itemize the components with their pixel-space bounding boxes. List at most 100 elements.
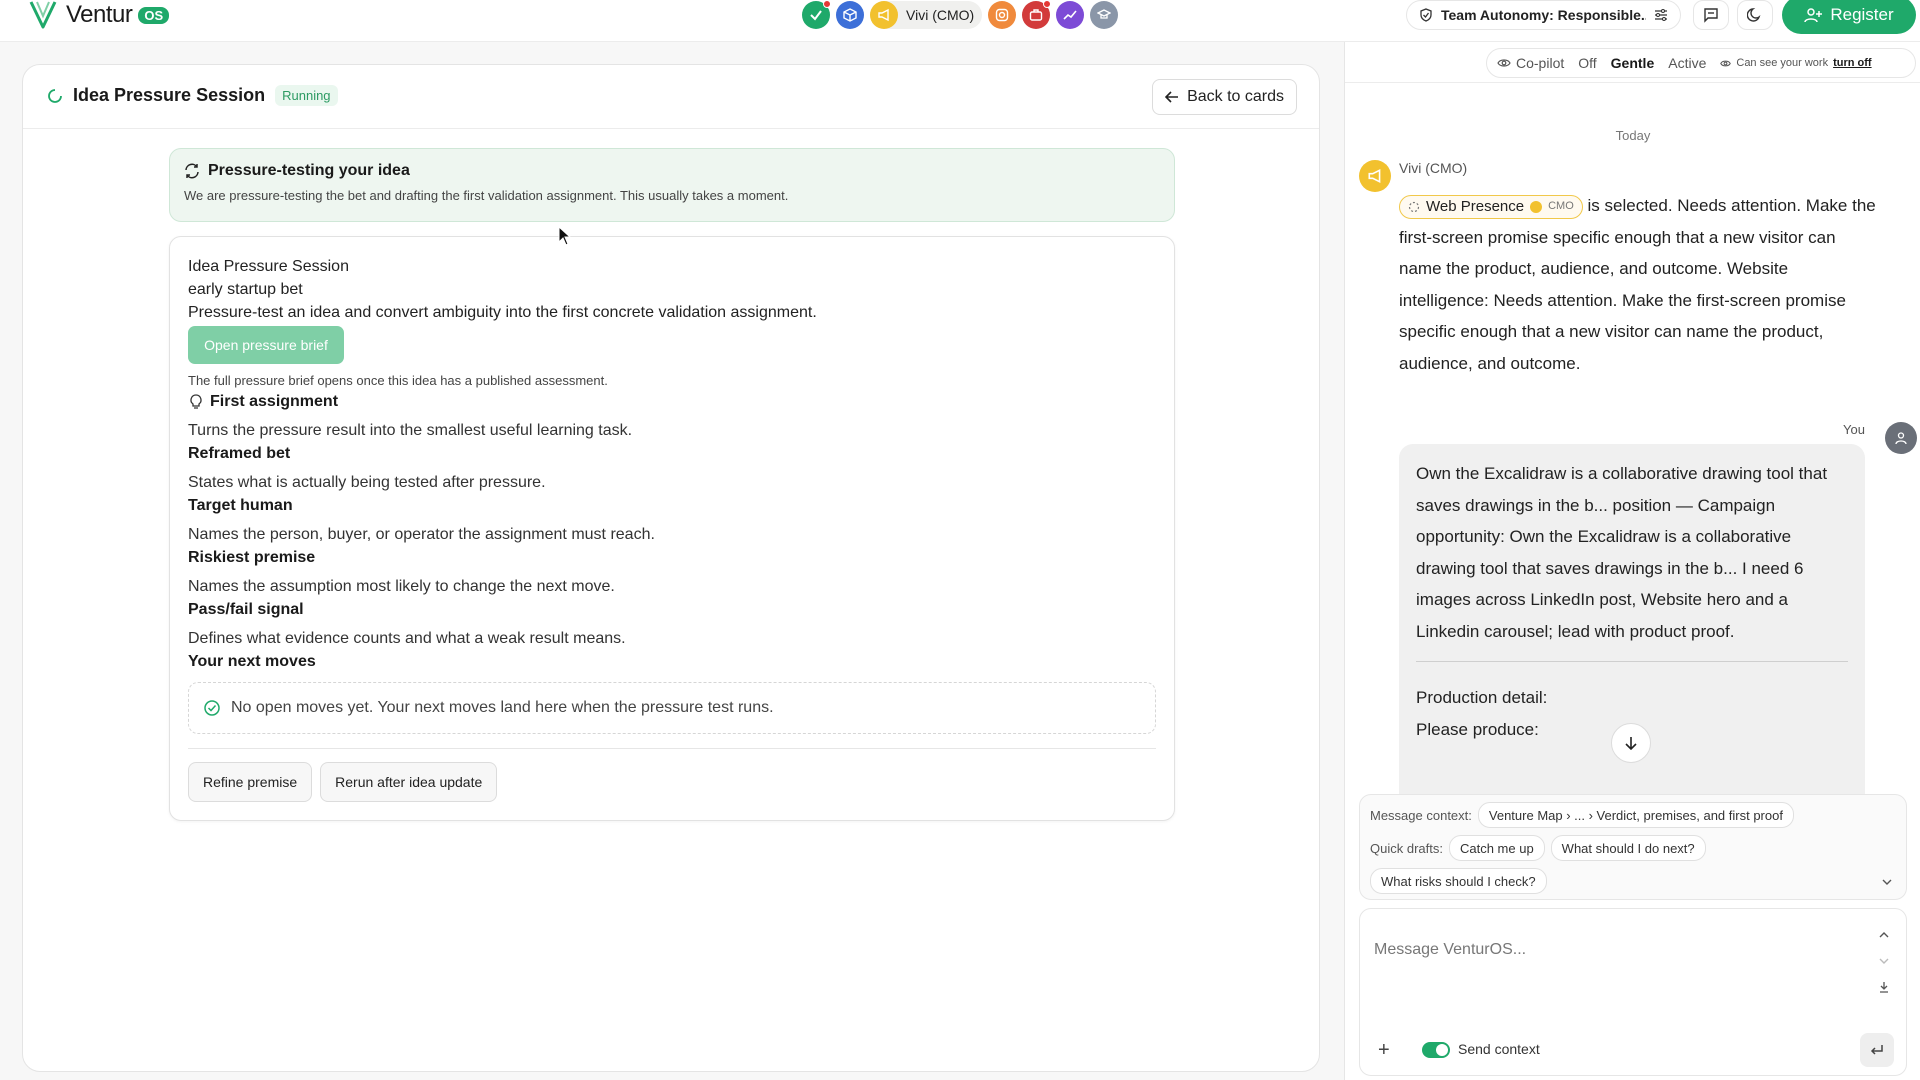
copilot-mode-gentle[interactable]: Gentle [1611,55,1655,71]
back-to-cards-label: Back to cards [1187,88,1284,105]
quick-drafts-label: Quick drafts: [1370,840,1443,856]
agent-avatar-trend[interactable] [1056,1,1085,29]
logo[interactable]: Ventur OS [28,0,170,30]
section-heading-reframed-bet: Reframed bet [188,445,291,462]
visibility-note-text: Can see your work [1736,57,1829,69]
card-title: Idea Pressure Session [188,258,349,275]
user-plus-icon [1804,8,1823,23]
open-pressure-brief-button[interactable]: Open pressure brief [188,326,344,364]
copilot-chat-panel: Co-pilot Off Gentle Active Can see your … [1344,42,1920,1080]
notification-dot [823,0,831,8]
copilot-mode-bar: Co-pilot Off Gentle Active Can see your … [1486,48,1916,78]
section-description: Names the assumption most likely to chan… [188,578,615,595]
agent-avatar-cube[interactable] [836,1,864,29]
user-avatar [1885,422,1917,454]
status-badge: Running [275,85,338,106]
top-bar: Ventur OS Vivi (CMO) Team Autonomy: Resp… [0,0,1920,42]
lightbulb-icon [190,394,202,409]
turn-off-link[interactable]: turn off [1833,57,1871,69]
empty-moves-notice: No open moves yet. Your next moves land … [188,682,1156,734]
quick-draft-chip[interactable]: What should I do next? [1550,835,1706,861]
quick-drafts-row-2: What risks should I check? [1370,868,1896,894]
user-label: You [1843,422,1865,437]
active-agent[interactable]: Vivi (CMO) [870,1,983,29]
arrow-down-to-line-icon [1880,982,1888,993]
user-icon [1895,432,1907,445]
refresh-icon [185,163,199,179]
back-to-cards-button[interactable]: Back to cards [1152,79,1297,115]
scroll-to-bottom-button[interactable] [1611,723,1651,763]
logo-text: Ventur [66,1,133,28]
progress-notice: Pressure-testing your idea We are pressu… [169,148,1175,222]
add-attachment-button[interactable]: + [1378,1039,1390,1062]
divider [1345,82,1920,83]
visibility-note: Can see your work turn off [1720,57,1872,69]
agent-avatar-briefcase[interactable] [1022,0,1052,29]
arrow-left-icon [1165,91,1179,103]
register-label: Register [1830,5,1894,24]
agent-name: Vivi (CMO) [1399,160,1468,176]
copilot-label-group: Co-pilot [1497,55,1564,71]
jump-to-bottom-button[interactable] [1874,977,1894,997]
chevron-down-icon[interactable] [1880,875,1894,889]
web-presence-chip[interactable]: Web Presence CMO [1399,194,1583,219]
quick-draft-chip[interactable]: Catch me up [1448,835,1545,861]
copilot-mode-off[interactable]: Off [1578,55,1596,71]
chevron-down-icon [1879,958,1889,964]
section-heading-pass-fail-signal: Pass/fail signal [188,601,304,618]
agent-message-text: is selected. Needs attention. Make the f… [1399,196,1876,373]
megaphone-icon [878,8,889,22]
empty-moves-text: No open moves yet. Your next moves land … [231,699,774,716]
brief-note: The full pressure brief opens once this … [188,373,608,388]
message-context-chip[interactable]: Venture Map › ... › Verdict, premises, a… [1477,802,1794,828]
send-button[interactable] [1860,1033,1894,1067]
message-input[interactable]: Message VenturOS... [1374,941,1526,959]
idea-card: Idea Pressure Session early startup bet … [169,236,1175,821]
rerun-after-update-button[interactable]: Rerun after idea update [320,762,498,802]
register-button[interactable]: Register [1782,0,1916,34]
refine-premise-button[interactable]: Refine premise [188,762,313,802]
card-actions: Refine premise Rerun after idea update [188,762,1156,802]
agent-avatar-graduation[interactable] [1090,1,1119,29]
copilot-label: Co-pilot [1516,55,1565,71]
section-heading-first-assignment: First assignment [188,392,1156,412]
send-context-toggle[interactable] [1422,1042,1450,1058]
session-title-text: Idea Pressure Session [73,85,266,105]
check-icon [810,10,822,21]
theme-toggle-button[interactable] [1737,0,1773,30]
team-autonomy-label: Team Autonomy: Responsible... [1441,7,1646,23]
active-agent-label: Vivi (CMO) [906,7,975,23]
send-context-label: Send context [1458,1041,1540,1057]
session-title: Idea Pressure Session Running [47,85,338,106]
context-panel: Message context: Venture Map › ... › Ver… [1359,794,1907,900]
briefcase-icon [1029,9,1043,21]
card-description: Pressure-test an idea and convert ambigu… [188,304,817,321]
team-autonomy-selector[interactable]: Team Autonomy: Responsible... [1406,0,1681,30]
section-description: States what is actually being tested aft… [188,474,546,491]
progress-description: We are pressure-testing the bet and draf… [184,188,789,203]
loading-spinner-icon [48,88,62,103]
agent-avatar [1359,160,1391,192]
quick-draft-chip[interactable]: What risks should I check? [1370,868,1547,894]
agent-avatar-instagram[interactable] [988,1,1017,29]
divider [1416,661,1848,662]
shield-check-icon [1420,8,1432,22]
cmo-dot-icon [1530,200,1543,213]
collapse-down-button[interactable] [1874,951,1894,971]
copilot-mode-active[interactable]: Active [1668,55,1706,71]
message-composer[interactable]: Message VenturOS... + Send context [1359,908,1907,1076]
agent-switcher: Vivi (CMO) [802,0,1119,29]
progress-title: Pressure-testing your idea [208,162,410,179]
chevron-up-icon [1879,932,1889,938]
agent-avatar-check[interactable] [802,0,831,29]
messages-button[interactable] [1693,0,1729,30]
check-circle-icon [204,700,220,716]
expand-up-button[interactable] [1874,925,1894,945]
day-separator: Today [1615,128,1651,143]
session-header: Idea Pressure Session Running Back to ca… [23,65,1319,129]
section-description: Defines what evidence counts and what a … [188,630,626,647]
section-heading-target-human: Target human [188,497,293,514]
section-description: Turns the pressure result into the small… [188,422,633,439]
section-description: Names the person, buyer, or operator the… [188,526,655,543]
web-presence-role: CMO [1548,199,1574,212]
